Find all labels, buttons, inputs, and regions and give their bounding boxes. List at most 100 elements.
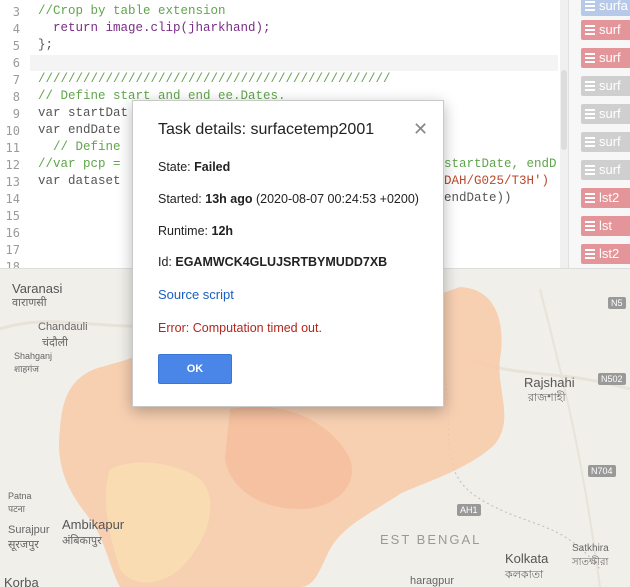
table-icon bbox=[585, 25, 595, 35]
table-icon bbox=[585, 165, 595, 175]
map-label-varanasi-hi: वाराणसी bbox=[12, 297, 47, 309]
line-number: 16 bbox=[5, 226, 20, 240]
error-message: Error: Computation timed out. bbox=[158, 321, 322, 335]
asset-label: surf bbox=[599, 22, 621, 37]
line-number: 8 bbox=[12, 90, 20, 104]
code-line[interactable]: var dataset bbox=[38, 174, 121, 188]
code-fragment[interactable]: endDate)) bbox=[444, 191, 512, 205]
runtime-row: Runtime: 12h bbox=[158, 224, 233, 238]
line-number: 9 bbox=[12, 107, 20, 121]
started-label: Started: bbox=[158, 192, 206, 206]
code-line[interactable]: ////////////////////////////////////////… bbox=[38, 72, 391, 86]
map-label-varanasi: Varanasi bbox=[12, 281, 63, 296]
code-fragment[interactable]: startDate, endD bbox=[444, 157, 557, 171]
asset-item[interactable]: surf bbox=[581, 20, 630, 40]
table-icon bbox=[585, 109, 595, 119]
asset-item[interactable]: surf bbox=[581, 76, 630, 96]
line-number: 18 bbox=[5, 260, 20, 268]
line-number: 15 bbox=[5, 209, 20, 223]
state-value: Failed bbox=[194, 160, 231, 174]
state-label: State: bbox=[158, 160, 195, 174]
ok-button[interactable]: OK bbox=[158, 354, 232, 384]
table-icon bbox=[585, 1, 595, 11]
runtime-value: 12h bbox=[211, 224, 234, 238]
line-number: 3 bbox=[12, 5, 20, 19]
asset-label: surf bbox=[599, 134, 621, 149]
started-detail: (2020-08-07 00:24:53 +0200) bbox=[252, 192, 419, 206]
map-label-korba: Korba bbox=[4, 575, 39, 587]
map-label-kharagpur: haragpur bbox=[410, 575, 455, 587]
road-badge: N5 bbox=[608, 297, 626, 309]
id-label: Id: bbox=[158, 255, 176, 269]
asset-label: lst2 bbox=[599, 246, 620, 261]
map-label-kolkata: Kolkata bbox=[505, 551, 549, 566]
road-badge: N502 bbox=[598, 373, 626, 385]
line-number: 10 bbox=[5, 124, 20, 138]
map-label-patna: Patna bbox=[8, 491, 32, 501]
asset-item[interactable]: lst bbox=[581, 216, 630, 236]
asset-item[interactable]: lst2 bbox=[581, 244, 630, 264]
runtime-label: Runtime: bbox=[158, 224, 212, 238]
code-line-active[interactable] bbox=[30, 55, 558, 71]
asset-label: lst2 bbox=[599, 190, 620, 205]
map-label-ambikapur-hi: अंबिकापुर bbox=[62, 535, 102, 547]
asset-label: surf bbox=[599, 50, 621, 65]
road-badge: AH1 bbox=[457, 504, 481, 516]
map-label-surajpur-hi: सूरजपुर bbox=[8, 539, 39, 551]
code-line[interactable]: }; bbox=[38, 38, 53, 52]
line-number-gutter: 3 4 5 6 7 8 9 10 11 12 13 14 15 16 17 18 bbox=[0, 0, 30, 268]
line-number: 12 bbox=[5, 158, 20, 172]
asset-item[interactable]: lst2 bbox=[581, 188, 630, 208]
map-label-chandauli-hi: चंदौली bbox=[42, 337, 68, 349]
scrollbar-thumb[interactable] bbox=[561, 70, 567, 150]
asset-item[interactable]: surf bbox=[581, 132, 630, 152]
asset-label: surf bbox=[599, 78, 621, 93]
line-number: 14 bbox=[5, 192, 20, 206]
line-number: 13 bbox=[5, 175, 20, 189]
map-label-rajshahi-bn: রাজশাহী bbox=[528, 392, 566, 404]
table-icon bbox=[585, 53, 595, 63]
line-number: 11 bbox=[5, 141, 20, 155]
started-value: 13h ago bbox=[205, 192, 253, 206]
line-number: 6 bbox=[12, 56, 20, 70]
code-line[interactable]: //Crop by table extension bbox=[38, 4, 226, 18]
map-label-rajshahi: Rajshahi bbox=[524, 375, 575, 390]
id-value: EGAMWCK4GLUJSRTBYMUDD7XB bbox=[175, 255, 388, 269]
line-number: 5 bbox=[12, 39, 20, 53]
code-line[interactable]: // Define bbox=[38, 140, 121, 154]
asset-item[interactable]: surf bbox=[581, 160, 630, 180]
close-icon[interactable]: ✕ bbox=[413, 119, 428, 140]
table-icon bbox=[585, 81, 595, 91]
asset-label: surf bbox=[599, 106, 621, 121]
source-script-link[interactable]: Source script bbox=[158, 287, 234, 302]
map-label-kolkata-bn: কলকাতা bbox=[505, 569, 544, 581]
code-line[interactable]: var startDat bbox=[38, 106, 128, 120]
editor-scrollbar[interactable] bbox=[560, 0, 568, 268]
task-details-dialog: Task details: surfacetemp2001 ✕ State: F… bbox=[132, 100, 444, 407]
asset-item[interactable]: surfa bbox=[581, 0, 630, 16]
map-label-shahganj: Shahganj bbox=[14, 351, 53, 361]
asset-label: lst bbox=[599, 218, 612, 233]
code-line[interactable]: var endDate bbox=[38, 123, 121, 137]
code-line[interactable]: //var pcp = bbox=[38, 157, 121, 171]
line-number: 17 bbox=[5, 243, 20, 257]
id-row: Id: EGAMWCK4GLUJSRTBYMUDD7XB bbox=[158, 255, 387, 269]
map-label-shahganj-hi: शाहगंज bbox=[14, 364, 39, 374]
dialog-title: Task details: surfacetemp2001 bbox=[158, 121, 375, 138]
started-row: Started: 13h ago (2020-08-07 00:24:53 +0… bbox=[158, 192, 419, 206]
line-number: 4 bbox=[12, 22, 20, 36]
table-icon bbox=[585, 193, 595, 203]
map-label-patna-hi: पटना bbox=[8, 504, 25, 514]
code-line[interactable]: return image.clip(jharkhand); bbox=[38, 21, 271, 35]
asset-list: surfa surf surf surf surf surf surf lst2… bbox=[568, 0, 630, 268]
map-label-satkhira-bn: সাতক্ষীরা bbox=[572, 557, 609, 568]
map-label-satkhira: Satkhira bbox=[572, 543, 609, 554]
table-icon bbox=[585, 137, 595, 147]
code-fragment[interactable]: DAH/G025/T3H') bbox=[444, 174, 549, 188]
line-number: 7 bbox=[12, 73, 20, 87]
asset-label: surfa bbox=[599, 0, 628, 13]
asset-item[interactable]: surf bbox=[581, 104, 630, 124]
asset-item[interactable]: surf bbox=[581, 48, 630, 68]
map-label-west-bengal: EST BENGAL bbox=[380, 532, 482, 547]
road-badge: N704 bbox=[588, 465, 616, 477]
